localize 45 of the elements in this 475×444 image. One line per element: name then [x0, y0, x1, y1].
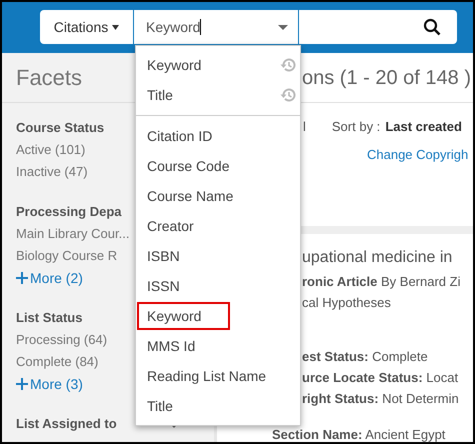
sort-label: Sort by : — [332, 118, 380, 136]
facet-link[interactable]: Biology Course R — [16, 246, 118, 266]
menu-item[interactable]: Reading List Name — [139, 366, 266, 386]
caret-icon — [278, 24, 288, 30]
search-icon — [423, 18, 441, 36]
change-copyright-link[interactable]: Change Copyrigh — [367, 145, 468, 165]
status-field: urce Locate Status: Locat — [302, 368, 473, 389]
menu-item[interactable]: ISSN — [139, 276, 180, 296]
facet-group-title: Processing Depa — [16, 203, 122, 222]
scope-dropdown[interactable]: Citations — [40, 10, 134, 44]
menu-item[interactable]: Citation ID — [139, 126, 212, 146]
plus-icon — [16, 272, 28, 284]
history-icon — [280, 57, 296, 73]
result-detail: cal Hypotheses — [302, 294, 392, 312]
more-link[interactable]: More (3) — [16, 374, 83, 394]
section-name: Section Name: Ancient Egypt — [272, 426, 446, 442]
menu-item[interactable]: Keyword — [139, 54, 202, 76]
results-heading: ons (1 - 20 of 148 ) — [302, 66, 471, 90]
facet-link[interactable]: Processing (64) — [16, 330, 108, 350]
menu-item[interactable]: MMS Id — [139, 336, 196, 356]
result-title: upational medicine in — [302, 248, 454, 268]
sort-dropdown[interactable]: Last created — [385, 117, 462, 137]
facet-group-title: List Status — [16, 309, 82, 328]
status-field: est Status: Complete — [302, 347, 473, 368]
plus-icon — [16, 378, 28, 390]
search-field-dropdown[interactable]: Keyword — [134, 10, 299, 44]
menu-item[interactable]: Keyword — [137, 302, 230, 330]
history-icon — [280, 87, 296, 103]
status-field: right Status: Not Determin — [302, 389, 473, 410]
facet-link[interactable]: Complete (84) — [16, 352, 98, 372]
caret-icon — [112, 24, 120, 30]
menu-item[interactable]: Creator — [139, 216, 194, 236]
facet-link[interactable]: Inactive (47) — [16, 162, 88, 182]
result-detail: ronic Article By Bernard Zi — [302, 273, 462, 291]
more-link[interactable]: More (2) — [16, 268, 83, 288]
menu-item[interactable]: Title — [139, 396, 173, 416]
menu-item[interactable]: Course Name — [139, 186, 234, 206]
facet-link[interactable]: Active (101) — [16, 140, 86, 160]
facet-link[interactable]: Main Library Cour... — [16, 224, 130, 244]
text-fragment: l — [303, 118, 306, 136]
facet-group-title: List Assigned to — [16, 415, 117, 434]
menu-item[interactable]: ISBN — [139, 246, 180, 266]
menu-item[interactable]: Title — [139, 84, 173, 106]
menu-item[interactable]: Course Code — [139, 156, 230, 176]
facet-group-title: Course Status — [16, 119, 104, 138]
